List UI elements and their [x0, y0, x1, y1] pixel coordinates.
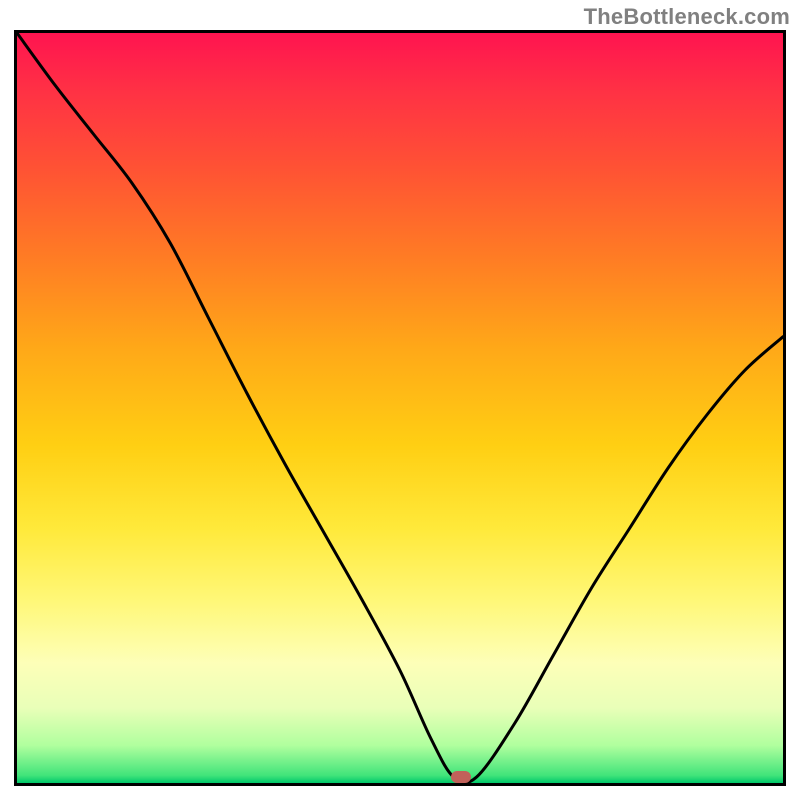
optimal-point-marker: [451, 771, 471, 783]
watermark-text: TheBottleneck.com: [584, 4, 790, 30]
plot-frame: [14, 30, 786, 786]
chart-stage: TheBottleneck.com: [0, 0, 800, 800]
bottleneck-curve: [17, 33, 783, 783]
